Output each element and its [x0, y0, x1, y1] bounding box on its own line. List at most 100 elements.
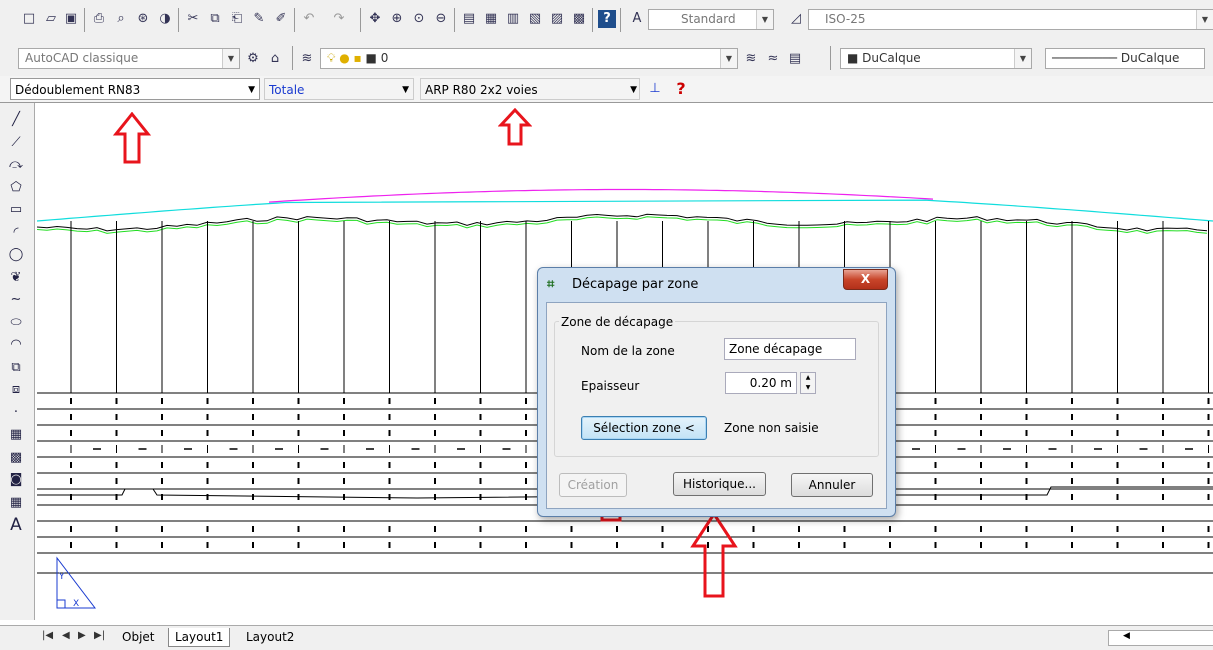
last-tab-icon[interactable]: ▶| — [94, 630, 105, 641]
color-swatch-icon: ■ — [847, 51, 859, 65]
block-editor-icon[interactable]: ✐ — [272, 10, 290, 28]
layer-properties-icon[interactable]: ≋ — [298, 50, 316, 68]
construction-line-icon[interactable]: ⟋ — [7, 134, 25, 152]
pan-icon[interactable]: ✥ — [366, 10, 384, 28]
horizontal-scrollbar[interactable]: ◀ — [1108, 630, 1213, 646]
zoom-previous-icon[interactable]: ⊖ — [432, 10, 450, 28]
create-button[interactable]: Création — [559, 473, 627, 497]
select-zone-button[interactable]: Sélection zone < — [581, 416, 707, 440]
make-block-icon[interactable]: ⧈ — [7, 381, 25, 399]
publish-icon[interactable]: ⊛ — [134, 10, 152, 28]
dialog-body: Zone de décapage Nom de la zone Zone déc… — [546, 302, 887, 509]
spline-icon[interactable]: ∼ — [7, 291, 25, 309]
ellipse-icon[interactable]: ⬭ — [7, 314, 25, 332]
group-label: Zone de décapage — [559, 315, 676, 329]
revision-cloud-icon[interactable]: ❦ — [7, 269, 25, 287]
hatch-icon[interactable]: ▦ — [7, 426, 25, 444]
sheet-set-icon[interactable]: ▧ — [526, 10, 544, 28]
profile-cross-section-icon[interactable]: ⊥ — [646, 80, 664, 98]
toolbar-separator — [292, 46, 293, 70]
table-icon[interactable]: ▦ — [7, 494, 25, 512]
toolbar-separator — [294, 8, 295, 32]
color-select[interactable]: ■ DuCalque ▼ — [840, 48, 1032, 69]
thickness-spinner[interactable]: ▲ ▼ — [800, 372, 816, 394]
toolbar-separator — [830, 46, 831, 70]
dialog-titlebar[interactable]: ⌗ Décapage par zone X — [538, 268, 895, 302]
calculator-icon[interactable]: ▩ — [570, 10, 588, 28]
thickness-input[interactable]: 0.20 m — [725, 372, 797, 394]
decapage-dialog: ⌗ Décapage par zone X Zone de décapage N… — [537, 267, 896, 517]
polygon-icon[interactable]: ⬠ — [7, 179, 25, 197]
arc-icon[interactable]: ◜ — [7, 224, 25, 242]
tab-layout1[interactable]: Layout1 — [168, 628, 231, 647]
lock-icon: ▪ — [353, 51, 362, 65]
circle-icon[interactable]: ◯ — [7, 246, 25, 264]
workspace-value: AutoCAD classique — [25, 51, 139, 65]
markup-icon[interactable]: ▨ — [548, 10, 566, 28]
mode-select[interactable]: Totale ▼ — [264, 78, 414, 100]
dimension-style-icon[interactable]: ◿ — [787, 10, 805, 28]
text-style-icon[interactable]: A — [628, 10, 646, 28]
new-file-icon[interactable]: □ — [20, 10, 38, 28]
rectangle-icon[interactable]: ▭ — [7, 201, 25, 219]
workspace-select[interactable]: AutoCAD classique ▼ — [18, 48, 240, 69]
first-tab-icon[interactable]: |◀ — [42, 630, 53, 641]
ellipse-arc-icon[interactable]: ◠ — [7, 336, 25, 354]
open-file-icon[interactable]: ▱ — [42, 10, 60, 28]
tab-layout2[interactable]: Layout2 — [240, 628, 300, 646]
chevron-down-icon: ▼ — [1014, 49, 1031, 68]
tool-palettes-icon[interactable]: ▥ — [504, 10, 522, 28]
insert-block-icon[interactable]: ⧉ — [7, 359, 25, 377]
history-button[interactable]: Historique... — [673, 472, 766, 496]
plot-icon[interactable]: ⎙ — [90, 10, 108, 28]
chevron-down-icon: ▼ — [720, 49, 737, 68]
line-icon[interactable]: ╱ — [7, 111, 25, 129]
make-object-layer-current-icon[interactable]: ≋ — [742, 50, 760, 68]
road-help-icon[interactable]: ? — [672, 80, 690, 98]
3d-dwf-icon[interactable]: ◑ — [156, 10, 174, 28]
help-icon[interactable]: ? — [598, 10, 616, 28]
layer-states-icon[interactable]: ▤ — [786, 50, 804, 68]
copy-icon[interactable]: ⧉ — [206, 10, 224, 28]
project-select[interactable]: Dédoublement RN83 ▼ — [10, 78, 260, 100]
region-icon[interactable]: ◙ — [7, 471, 25, 489]
polyline-icon[interactable]: ⤼ — [7, 156, 25, 174]
zone-name-input[interactable]: Zone décapage — [724, 338, 856, 360]
chevron-down-icon: ▼ — [756, 10, 773, 29]
linetype-select[interactable]: ───────── DuCalque — [1045, 48, 1205, 69]
save-icon[interactable]: ▣ — [62, 10, 80, 28]
toolbar-separator — [360, 8, 361, 32]
properties-icon[interactable]: ▤ — [460, 10, 478, 28]
prev-tab-icon[interactable]: ◀ — [62, 630, 70, 641]
undo-icon[interactable]: ↶ — [300, 10, 318, 28]
design-center-icon[interactable]: ▦ — [482, 10, 500, 28]
spin-down-icon[interactable]: ▼ — [801, 383, 815, 393]
dialog-title: Décapage par zone — [572, 277, 699, 292]
redo-icon[interactable]: ↷ — [330, 10, 348, 28]
profile-select[interactable]: ARP R80 2x2 voies ▼ — [420, 78, 640, 100]
workspace-settings-icon[interactable]: ⚙ — [244, 50, 262, 68]
scroll-left-icon[interactable]: ◀ — [1123, 631, 1130, 641]
text-style-select[interactable]: Standard ▼ — [648, 9, 774, 30]
layer-select[interactable]: 💡︎ ● ▪ ■ 0 ▼ — [320, 48, 738, 69]
tab-objet[interactable]: Objet — [116, 628, 160, 646]
mode-value: Totale — [269, 83, 305, 97]
workspace-save-icon[interactable]: ⌂ — [266, 50, 284, 68]
zoom-realtime-icon[interactable]: ⊕ — [388, 10, 406, 28]
layer-previous-icon[interactable]: ≈ — [764, 50, 782, 68]
cut-icon[interactable]: ✂ — [184, 10, 202, 28]
spin-up-icon[interactable]: ▲ — [801, 373, 815, 383]
match-properties-icon[interactable]: ✎ — [250, 10, 268, 28]
zoom-window-icon[interactable]: ⊙ — [410, 10, 428, 28]
cancel-button[interactable]: Annuler — [791, 473, 873, 497]
multiline-text-icon[interactable]: A — [7, 516, 25, 534]
plot-preview-icon[interactable]: ⌕ — [112, 10, 130, 28]
paste-icon[interactable]: ⎗ — [228, 10, 246, 28]
next-tab-icon[interactable]: ▶ — [78, 630, 86, 641]
point-icon[interactable]: · — [7, 404, 25, 422]
gradient-icon[interactable]: ▩ — [7, 449, 25, 467]
linetype-sample-icon: ───────── — [1052, 51, 1118, 65]
dimension-style-select[interactable]: ISO-25 ▼ — [808, 9, 1213, 30]
thickness-label: Epaisseur — [581, 379, 640, 393]
close-button[interactable]: X — [843, 269, 888, 290]
